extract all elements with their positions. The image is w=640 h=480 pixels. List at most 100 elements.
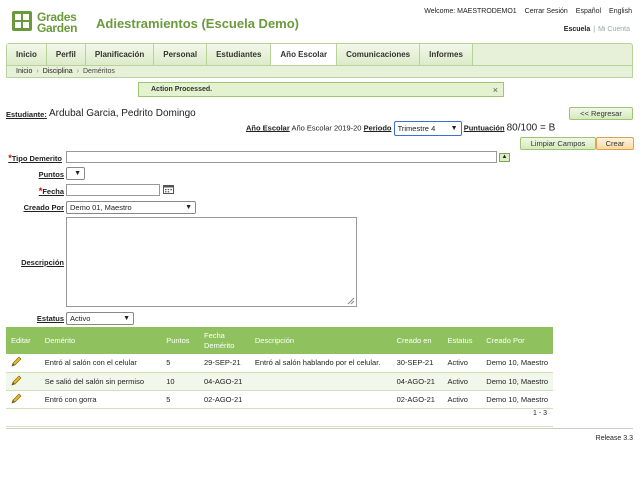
period-value: Trimestre 4	[397, 124, 436, 133]
chevron-down-icon: ▼	[123, 315, 130, 322]
tab-personal[interactable]: Personal	[154, 44, 208, 65]
my-account-link[interactable]: Mi Cuenta	[598, 26, 630, 33]
tab-planificacion[interactable]: Planificación	[85, 44, 155, 65]
create-button[interactable]: Crear	[596, 137, 634, 150]
status-message: Action Processed. ×	[138, 82, 504, 97]
chevron-down-icon: ▼	[185, 204, 192, 211]
table-row: Se salió del salón sin permiso 10 04-AGO…	[6, 372, 553, 391]
top-nav: Welcome: MAESTRODEMO1 Cerrar Sesión Espa…	[418, 8, 632, 15]
estatus-value: Activo	[70, 314, 91, 323]
table-row: Entró al salón con el celular 5 29-SEP-2…	[6, 354, 553, 373]
back-button[interactable]: << Regresar	[569, 107, 633, 120]
tab-ano-escolar[interactable]: Año Escolar	[271, 44, 338, 66]
breadcrumb: Inicio › Disciplina › Deméritos	[6, 65, 633, 78]
creado-por-select[interactable]: Demo 01, Maestro ▼	[66, 201, 196, 214]
score-value: 80/100 = B	[506, 122, 556, 134]
breadcrumb-inicio[interactable]: Inicio	[16, 68, 32, 75]
pencil-icon[interactable]	[11, 375, 22, 386]
demerits-table: Editar Demérito Puntos Fecha Demérito De…	[6, 327, 553, 409]
main-tabs: Inicio Perfil Planificación Personal Est…	[6, 43, 633, 66]
cell-demerito: Entró con gorra	[39, 390, 162, 409]
period-label: Periodo	[363, 123, 392, 133]
cell-estatus: Activo	[442, 354, 482, 373]
table-header-row: Editar Demérito Puntos Fecha Demérito De…	[6, 327, 553, 354]
edit-cell	[6, 354, 40, 373]
year-value: Año Escolar 2019-20	[291, 123, 362, 133]
col-creado-por[interactable]: Creado Por	[481, 327, 553, 354]
descripcion-label: Descripción	[21, 258, 64, 267]
tipo-demerito-label: *Tipo Demerito	[8, 153, 62, 163]
edit-cell	[6, 390, 40, 409]
table-row: Entró con gorra 5 02-AGO-21 02-AGO-21 Ac…	[6, 390, 553, 409]
tab-comunicaciones[interactable]: Comunicaciones	[337, 44, 421, 65]
fecha-label: *Fecha	[38, 186, 64, 196]
cell-fecha: 04-AGO-21	[198, 372, 250, 391]
puntos-select[interactable]: ▼	[66, 167, 85, 180]
period-select[interactable]: Trimestre 4 ▼	[393, 121, 462, 136]
fecha-input[interactable]	[66, 184, 160, 196]
footer-divider	[6, 428, 633, 429]
tab-perfil[interactable]: Perfil	[46, 44, 86, 65]
col-puntos[interactable]: Puntos	[161, 327, 199, 354]
sub-nav: Escuela | Mi Cuenta	[563, 26, 630, 33]
breadcrumb-disciplina[interactable]: Disciplina	[43, 68, 73, 75]
cell-creado-por: Demo 10, Maestro	[481, 354, 553, 373]
pencil-icon[interactable]	[11, 393, 22, 404]
score-label: Puntuación	[463, 123, 505, 133]
cell-puntos: 10	[161, 372, 199, 391]
edit-cell	[6, 372, 40, 391]
status-message-text: Action Processed.	[151, 86, 213, 93]
student-name: Ardubal Garcia, Pedrito Domingo	[49, 108, 196, 119]
cell-puntos: 5	[161, 390, 199, 409]
cell-fecha: 29-SEP-21	[198, 354, 250, 373]
logo-text-line2: Garden	[37, 21, 78, 35]
close-icon[interactable]: ×	[493, 83, 498, 97]
chevron-down-icon: ▼	[74, 170, 81, 177]
app-title: Adiestramientos (Escuela Demo)	[96, 16, 300, 31]
calendar-icon[interactable]	[163, 184, 174, 194]
creado-por-value: Demo 01, Maestro	[70, 203, 132, 212]
cell-creado-en: 30-SEP-21	[391, 354, 443, 373]
pager-text: 1 - 3	[532, 410, 547, 417]
resize-grip-icon[interactable]	[347, 297, 355, 305]
tab-estudiantes[interactable]: Estudiantes	[207, 44, 272, 65]
col-estatus[interactable]: Estatus	[442, 327, 482, 354]
table-pager: 1 - 3	[6, 407, 553, 427]
cell-creado-en: 02-AGO-21	[391, 390, 443, 409]
creado-por-label: Creado Por	[23, 203, 64, 212]
col-editar: Editar	[6, 327, 40, 354]
tab-informes[interactable]: Informes	[420, 44, 473, 65]
cell-creado-por: Demo 10, Maestro	[481, 372, 553, 391]
lang-es-link[interactable]: Español	[576, 8, 601, 15]
cell-descripcion	[249, 390, 392, 409]
estatus-label: Estatus	[36, 314, 64, 323]
col-demerito[interactable]: Demérito	[39, 327, 162, 354]
cell-descripcion: Entró al salón hablando por el celular.	[249, 354, 392, 373]
tab-inicio[interactable]: Inicio	[7, 44, 47, 65]
student-label: Estudiante:	[6, 110, 47, 119]
cell-descripcion	[249, 372, 392, 391]
pencil-icon[interactable]	[11, 356, 22, 367]
descripcion-textarea[interactable]	[66, 217, 357, 307]
cell-estatus: Activo	[442, 390, 482, 409]
release-version: Release 3.3	[595, 435, 633, 442]
cell-fecha: 02-AGO-21	[198, 390, 250, 409]
chevron-down-icon: ▼	[450, 125, 458, 132]
logout-link[interactable]: Cerrar Sesión	[525, 8, 568, 15]
col-fecha[interactable]: Fecha Demérito	[198, 327, 250, 354]
cell-estatus: Activo	[442, 372, 482, 391]
col-descripcion[interactable]: Descripción	[249, 327, 392, 354]
tipo-demerito-input[interactable]	[66, 151, 497, 163]
logo-mark-icon	[12, 11, 32, 31]
welcome-text: Welcome: MAESTRODEMO1	[424, 8, 517, 15]
cell-demerito: Se salió del salón sin permiso	[39, 372, 162, 391]
school-link[interactable]: Escuela	[564, 26, 590, 33]
col-creado-en[interactable]: Creado en	[391, 327, 443, 354]
clear-fields-button[interactable]: Limpiar Campos	[520, 137, 596, 150]
cell-demerito: Entró al salón con el celular	[39, 354, 162, 373]
estatus-select[interactable]: Activo ▼	[66, 312, 134, 325]
breadcrumb-demeritos: Deméritos	[83, 68, 115, 75]
add-icon[interactable]: ▲	[499, 153, 510, 162]
cell-creado-en: 04-AGO-21	[391, 372, 443, 391]
lang-en-link[interactable]: English	[609, 8, 632, 15]
